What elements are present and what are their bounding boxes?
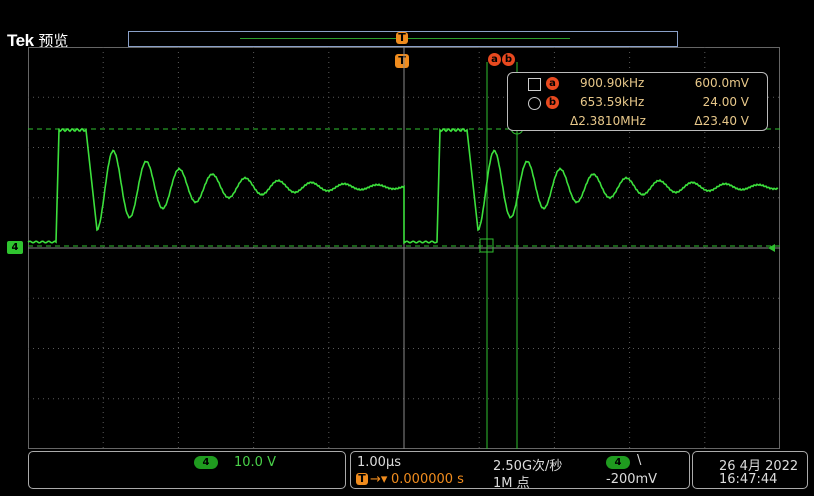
trigger-channel-badge: 4 (606, 456, 630, 469)
horizontal-trigger-panel[interactable]: 1.00µs 2.50G次/秒 4 \ T →▾ 0.000000 s 1M 点… (350, 451, 690, 491)
time-display: 16:47:44 (719, 472, 778, 487)
channel-4-ground-marker[interactable]: 4 (7, 241, 23, 254)
record-length: 1M 点 (493, 476, 530, 491)
cursor-b-readout-badge: b (546, 96, 559, 109)
trigger-delay-arrow-icon: →▾ (370, 472, 388, 487)
cursor-a-frequency: 900.90kHz (580, 76, 645, 90)
trigger-position-icon: T (356, 473, 368, 485)
vertical-scale: 10.0 V (234, 455, 276, 470)
cursor-readout-panel[interactable]: a 900.90kHz 600.0mV b 653.59kHz 24.00 V … (507, 72, 768, 131)
trigger-level: -200mV (606, 472, 658, 487)
cursor-b-voltage: 24.00 V (702, 95, 749, 109)
cursor-a-readout-badge: a (546, 77, 559, 90)
cursor-b-frequency: 653.59kHz (580, 95, 645, 109)
datetime-panel: 26 4月 2022 16:47:44 (692, 451, 808, 489)
trigger-slope: \ (637, 453, 642, 468)
vertical-settings-panel[interactable]: 4 10.0 V (28, 451, 346, 489)
cursor-a-square-icon (528, 78, 541, 91)
cursor-delta-frequency: Δ2.3810MHz (570, 114, 646, 128)
cursor-a-voltage: 600.0mV (694, 76, 749, 90)
channel-4-badge: 4 (194, 456, 218, 469)
channel-4-right-arrow (768, 244, 775, 252)
time-per-division: 1.00µs (357, 455, 401, 470)
cursor-b-circle-icon (528, 97, 541, 110)
cursor-delta-voltage: Δ23.40 V (694, 114, 749, 128)
channel-4-waveform (27, 127, 779, 245)
trigger-position: 0.000000 s (391, 472, 464, 487)
